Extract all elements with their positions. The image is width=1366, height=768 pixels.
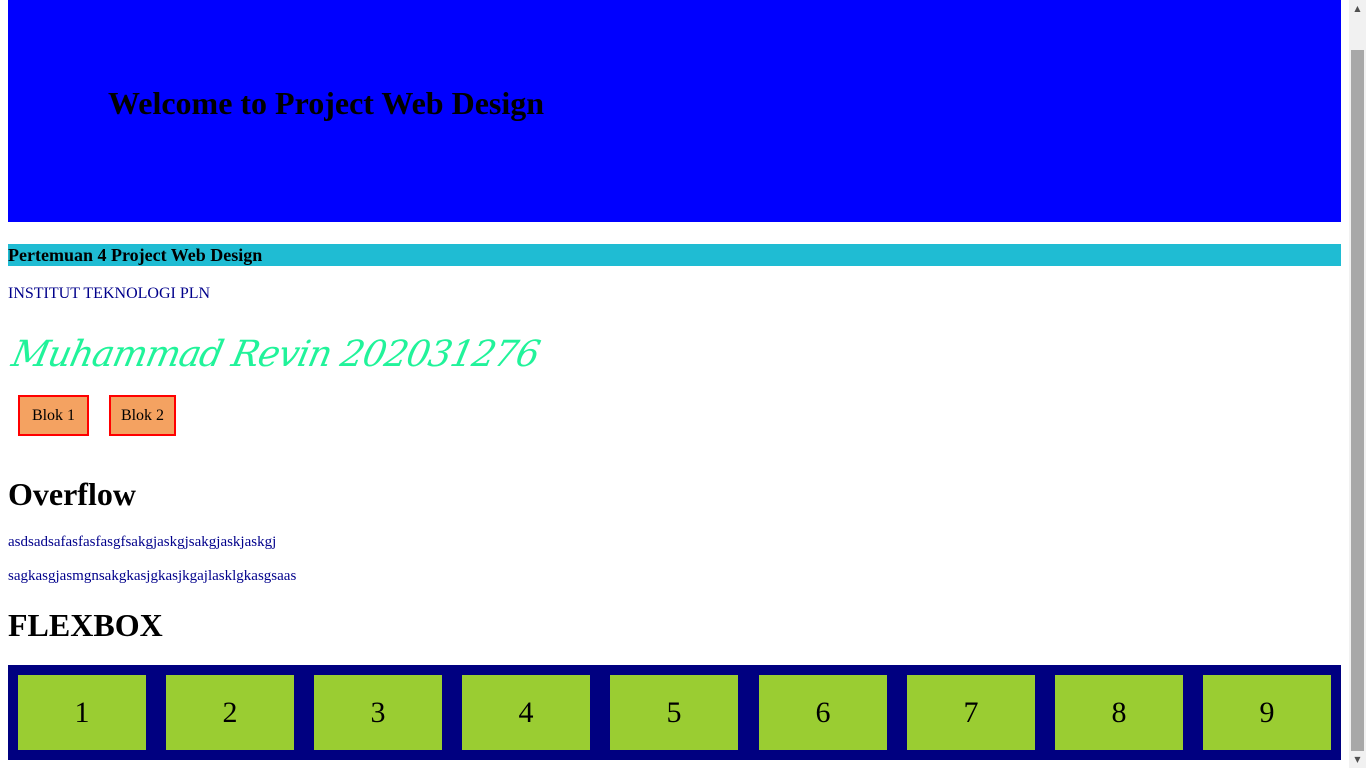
- banner-title: Welcome to Project Web Design: [108, 85, 545, 121]
- author-name: Muhammad Revin 202031276: [8, 334, 543, 375]
- flex-item: 9: [1203, 675, 1331, 750]
- scrollbar-thumb[interactable]: [1351, 50, 1364, 751]
- triangle-up-icon[interactable]: ▲: [1349, 0, 1366, 17]
- vertical-scrollbar[interactable]: ▲ ▼: [1349, 0, 1366, 768]
- header-banner: Welcome to Project Web Design: [8, 0, 1341, 222]
- overflow-text-line: asdsadsafasfasfasgfsakgjaskgjsakgjaskjas…: [8, 534, 277, 550]
- flex-item: 6: [759, 675, 887, 750]
- overflow-text-line: sagkasgjasmgnsakgkasjgkasjkgajlasklgkasg…: [8, 568, 297, 584]
- flex-item: 7: [907, 675, 1035, 750]
- overflow-heading: Overflow: [8, 476, 136, 512]
- flex-container: 1 2 3 4 5 6 7 8 9: [8, 665, 1341, 760]
- flex-item: 4: [462, 675, 590, 750]
- block-2-button[interactable]: Blok 2: [109, 395, 176, 436]
- flex-item: 2: [166, 675, 294, 750]
- flex-item: 5: [610, 675, 738, 750]
- subtitle-bar: Pertemuan 4 Project Web Design: [8, 244, 1341, 266]
- flexbox-heading: FLEXBOX: [8, 607, 163, 643]
- triangle-down-icon[interactable]: ▼: [1349, 751, 1366, 768]
- flex-item: 8: [1055, 675, 1183, 750]
- page-content: Welcome to Project Web Design Pertemuan …: [8, 0, 1341, 768]
- flex-item: 3: [314, 675, 442, 750]
- institute-text: INSTITUT TEKNOLOGI PLN: [8, 285, 211, 302]
- block-1-button[interactable]: Blok 1: [18, 395, 89, 436]
- flex-item: 1: [18, 675, 146, 750]
